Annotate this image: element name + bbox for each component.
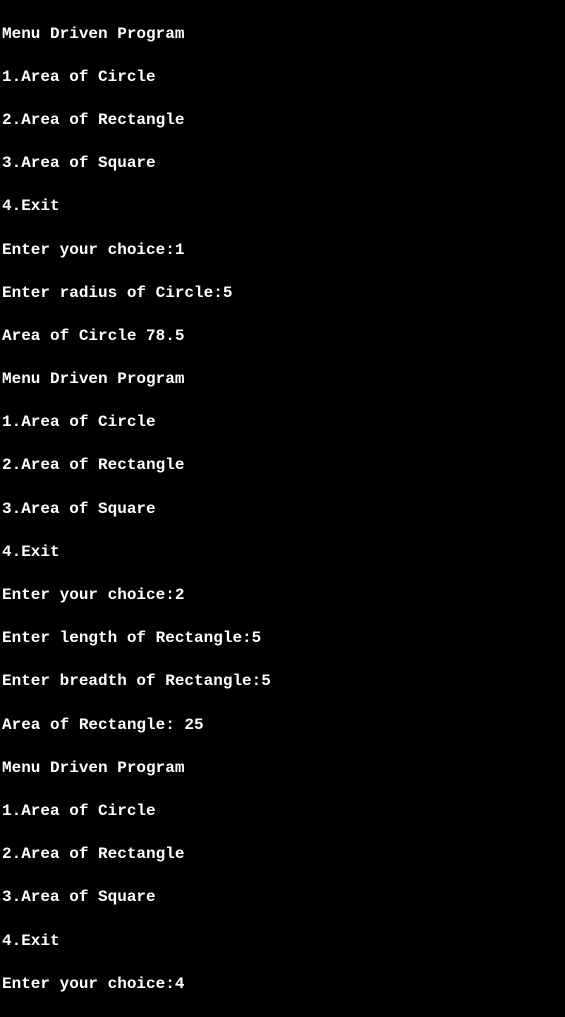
terminal-output: Menu Driven Program 1.Area of Circle 2.A… (2, 2, 565, 1017)
terminal-line: Area of Rectangle: 25 (2, 715, 565, 737)
terminal-line: Enter radius of Circle:5 (2, 283, 565, 305)
terminal-line: Enter your choice:2 (2, 585, 565, 607)
terminal-line: Enter your choice:1 (2, 240, 565, 262)
terminal-line: Enter length of Rectangle:5 (2, 628, 565, 650)
terminal-line: 1.Area of Circle (2, 412, 565, 434)
terminal-line: 4.Exit (2, 542, 565, 564)
terminal-line: Enter breadth of Rectangle:5 (2, 671, 565, 693)
terminal-line: 3.Area of Square (2, 499, 565, 521)
terminal-line: 2.Area of Rectangle (2, 455, 565, 477)
terminal-line: Menu Driven Program (2, 758, 565, 780)
terminal-line: Menu Driven Program (2, 24, 565, 46)
terminal-line: 2.Area of Rectangle (2, 844, 565, 866)
terminal-line: 1.Area of Circle (2, 67, 565, 89)
terminal-line: Enter your choice:4 (2, 974, 565, 996)
terminal-line: 3.Area of Square (2, 153, 565, 175)
terminal-line: Menu Driven Program (2, 369, 565, 391)
terminal-line: 2.Area of Rectangle (2, 110, 565, 132)
terminal-line: 4.Exit (2, 931, 565, 953)
terminal-line: 1.Area of Circle (2, 801, 565, 823)
terminal-line: 4.Exit (2, 196, 565, 218)
terminal-line: 3.Area of Square (2, 887, 565, 909)
terminal-line: Area of Circle 78.5 (2, 326, 565, 348)
